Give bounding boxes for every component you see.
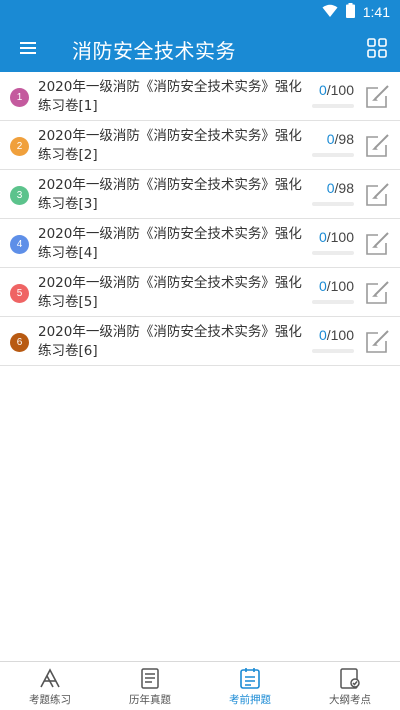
item-title: 2020年一级消防《消防安全技术实务》强化练习卷[4] [38,226,302,261]
paper-list: 1 2020年一级消防《消防安全技术实务》强化练习卷[1] 0/100 2 20… [0,72,400,366]
tab-label: 考前押题 [229,694,271,706]
list-item[interactable]: 6 2020年一级消防《消防安全技术实务》强化练习卷[6] 0/100 [0,317,400,366]
tab-label: 大纲考点 [329,694,371,706]
item-progress: 0/100 [319,82,354,98]
tab-past-papers[interactable]: 历年真题 [100,662,200,710]
item-progress-total: /100 [326,327,354,343]
edit-button[interactable] [364,84,390,110]
item-progress-done: 0 [318,229,327,245]
item-progress-bar [312,104,354,108]
syllabus-icon [338,667,362,689]
item-title: 2020年一级消防《消防安全技术实务》强化练习卷[6] [38,324,302,359]
status-indicators: 1:41 [322,3,390,21]
page-title: 消防安全技术实务 [72,39,236,63]
item-progress-bar [312,251,354,255]
item-progress-done: 0 [318,82,327,98]
item-progress-total: /98 [334,131,354,147]
item-progress-bar [312,153,354,157]
menu-icon [20,42,36,54]
edit-button[interactable] [364,182,390,208]
item-title: 2020年一级消防《消防安全技术实务》强化练习卷[3] [38,177,302,212]
item-index-badge: 4 [10,235,29,254]
edit-icon [366,85,389,108]
item-progress-done: 0 [318,327,327,343]
item-title: 2020年一级消防《消防安全技术实务》强化练习卷[1] [38,79,302,114]
item-progress-done: 0 [326,131,335,147]
list-item[interactable]: 3 2020年一级消防《消防安全技术实务》强化练习卷[3] 0/98 [0,170,400,219]
edit-button[interactable] [364,329,390,355]
item-index-badge: 3 [10,186,29,205]
grid-icon [367,38,387,58]
edit-icon [366,281,389,304]
edit-button[interactable] [364,133,390,159]
app-screen: 1:41 消防安全技术实务 1 2020年一级消防《消防安全技术实务》强化练习卷… [0,0,400,710]
item-progress: 0/100 [319,327,354,343]
item-index-badge: 6 [10,333,29,352]
edit-button[interactable] [364,231,390,257]
tab-syllabus[interactable]: 大纲考点 [300,662,400,710]
status-time: 1:41 [362,4,390,20]
list-item[interactable]: 5 2020年一级消防《消防安全技术实务》强化练习卷[5] 0/100 [0,268,400,317]
edit-icon [366,330,389,353]
edit-button[interactable] [364,280,390,306]
item-index-badge: 5 [10,284,29,303]
past-papers-icon [138,667,162,689]
item-progress-total: /100 [326,229,354,245]
list-item[interactable]: 2 2020年一级消防《消防安全技术实务》强化练习卷[2] 0/98 [0,121,400,170]
item-progress-done: 0 [318,278,327,294]
item-progress-total: /100 [326,278,354,294]
item-progress-bar [312,349,354,353]
item-progress-total: /100 [326,82,354,98]
tab-predicted-questions[interactable]: 考前押题 [200,662,300,710]
item-index-badge: 1 [10,88,29,107]
predicted-questions-icon [238,667,262,689]
edit-icon [366,134,389,157]
item-progress: 0/98 [327,180,354,196]
edit-icon [366,183,389,206]
item-index-badge: 2 [10,137,29,156]
list-item[interactable]: 1 2020年一级消防《消防安全技术实务》强化练习卷[1] 0/100 [0,72,400,121]
tab-label: 历年真题 [129,694,171,706]
item-progress-total: /98 [334,180,354,196]
item-progress: 0/100 [319,229,354,245]
item-title: 2020年一级消防《消防安全技术实务》强化练习卷[5] [38,275,302,310]
status-bar: 1:41 [0,0,400,24]
item-progress: 0/98 [327,131,354,147]
item-progress-bar [312,202,354,206]
grid-button[interactable] [364,36,390,60]
tab-label: 考题练习 [29,694,71,706]
battery-icon [345,3,355,21]
item-progress-bar [312,300,354,304]
item-progress: 0/100 [319,278,354,294]
menu-button[interactable] [12,36,44,60]
tab-exam-practice[interactable]: 考题练习 [0,662,100,710]
item-progress-done: 0 [326,180,335,196]
edit-icon [366,232,389,255]
item-title: 2020年一级消防《消防安全技术实务》强化练习卷[2] [38,128,302,163]
list-item[interactable]: 4 2020年一级消防《消防安全技术实务》强化练习卷[4] 0/100 [0,219,400,268]
bottom-tab-bar: 考题练习 历年真题 考前押题 大纲考点 [0,661,400,710]
wifi-icon [322,4,338,21]
exam-practice-icon [38,667,62,689]
app-bar: 消防安全技术实务 [0,24,400,72]
